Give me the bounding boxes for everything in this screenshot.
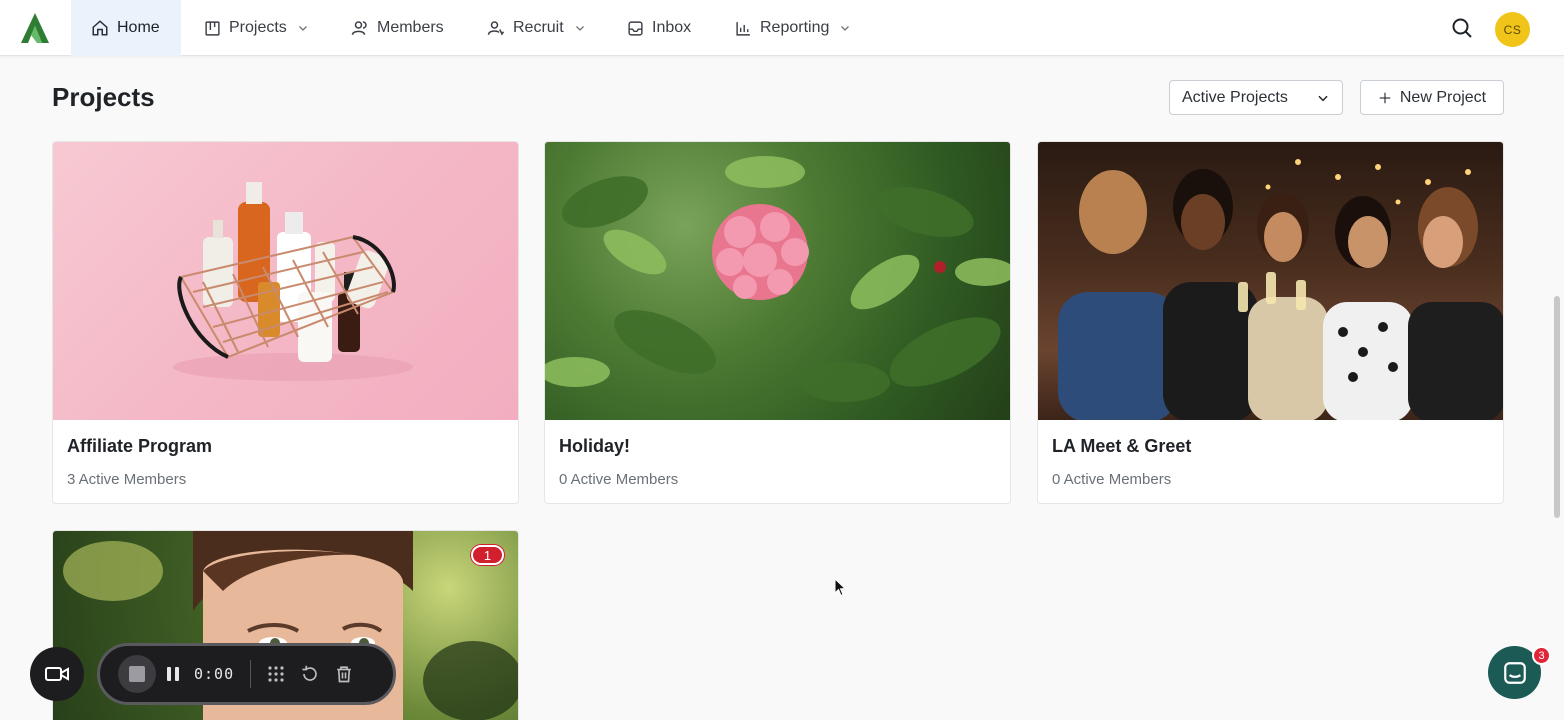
project-member-count: 0 Active Members	[559, 471, 679, 488]
pause-recording-button[interactable]	[156, 657, 190, 691]
project-cover-image	[53, 142, 518, 420]
notification-badge: 1	[471, 545, 504, 565]
chart-icon	[736, 21, 750, 36]
project-filter-value: Active Projects	[1182, 88, 1288, 106]
project-title: Holiday!	[559, 436, 631, 456]
project-card-la-meet-and-greet[interactable]: LA Meet & Greet 0 Active Members	[1037, 141, 1504, 504]
drag-handle[interactable]	[259, 657, 293, 691]
chevron-down-icon	[575, 26, 584, 31]
nav-home[interactable]: Home	[71, 0, 181, 56]
user-avatar[interactable]: CS	[1495, 12, 1530, 47]
recruit-icon	[487, 21, 505, 36]
trash-icon	[337, 666, 351, 683]
nav-inbox-label: Inbox	[652, 19, 692, 36]
project-card-holiday[interactable]: Holiday! 0 Active Members	[544, 141, 1011, 504]
nav-projects[interactable]: Projects	[184, 0, 329, 56]
party-illustration	[1058, 159, 1503, 420]
members-icon	[351, 21, 367, 35]
inbox-icon	[628, 20, 643, 36]
project-filter-select[interactable]: Active Projects	[1169, 80, 1343, 115]
nav-inbox[interactable]: Inbox	[607, 0, 711, 56]
board-icon	[205, 20, 220, 36]
project-cover-image	[1038, 142, 1503, 420]
stop-icon	[129, 666, 145, 682]
nav-recruit[interactable]: Recruit	[467, 0, 606, 56]
project-cover-image	[545, 142, 1010, 420]
chat-icon	[1503, 661, 1526, 684]
recorder-toolbar: 0:00	[97, 643, 396, 705]
chat-unread-badge: 3	[1532, 646, 1551, 665]
plus-icon	[1379, 92, 1391, 103]
project-card-affiliate-program[interactable]: Affiliate Program 3 Active Members	[52, 141, 519, 504]
project-title: LA Meet & Greet	[1052, 436, 1192, 456]
home-icon	[92, 20, 108, 36]
flower-illustration	[545, 156, 1010, 402]
project-member-count: 0 Active Members	[1052, 471, 1172, 488]
search-icon[interactable]	[1450, 16, 1474, 40]
chevron-down-icon	[298, 26, 307, 31]
pause-icon	[167, 667, 179, 681]
recording-timer: 0:00	[194, 665, 235, 683]
nav-reporting[interactable]: Reporting	[715, 0, 871, 56]
nav-reporting-label: Reporting	[760, 19, 830, 36]
project-member-count: 3 Active Members	[67, 471, 187, 488]
restart-recording-button[interactable]	[293, 657, 327, 691]
page-scrollbar[interactable]	[1554, 296, 1560, 518]
new-project-label: New Project	[1399, 88, 1487, 106]
page-title: Projects	[52, 82, 155, 112]
nav-home-label: Home	[117, 19, 160, 36]
recorder-camera-button[interactable]	[30, 647, 84, 701]
cosmetics-basket-illustration	[173, 182, 413, 381]
chevron-down-icon	[1318, 95, 1328, 101]
chevron-down-icon	[841, 26, 850, 31]
project-title: Affiliate Program	[67, 436, 213, 456]
toolbar-divider	[250, 660, 252, 688]
nav-projects-label: Projects	[229, 19, 287, 36]
new-project-button[interactable]: New Project	[1360, 80, 1504, 115]
top-nav: Home Projects Members Recruit Inbox Repo…	[0, 0, 1564, 56]
mouse-cursor-icon	[834, 578, 846, 597]
drag-dots-icon	[268, 666, 284, 682]
video-camera-icon	[45, 667, 69, 681]
delete-recording-button[interactable]	[327, 657, 361, 691]
stop-recording-button[interactable]	[118, 655, 156, 693]
nav-members-label: Members	[377, 19, 444, 36]
brand-logo-icon[interactable]	[20, 12, 50, 44]
nav-recruit-label: Recruit	[513, 19, 564, 36]
restart-icon	[302, 665, 317, 681]
nav-members[interactable]: Members	[331, 0, 464, 56]
